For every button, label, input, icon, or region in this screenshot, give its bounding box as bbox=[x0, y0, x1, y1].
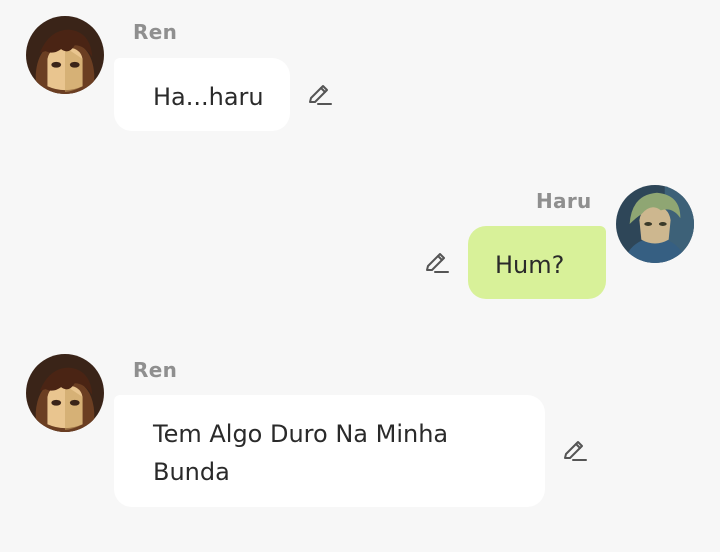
sender-name: Ren bbox=[133, 358, 178, 382]
chat-thread: Ren Ha...haru Haru Hum? Ren Tem Algo Dur… bbox=[0, 0, 720, 552]
message-bubble[interactable]: Hum? bbox=[468, 226, 606, 299]
sender-name: Haru bbox=[536, 189, 592, 213]
pencil-edit-icon[interactable] bbox=[423, 249, 451, 277]
message-bubble[interactable]: Ha...haru bbox=[114, 58, 290, 131]
message-text: Hum? bbox=[495, 251, 565, 279]
haru-avatar[interactable] bbox=[616, 185, 694, 263]
sender-name: Ren bbox=[133, 20, 178, 44]
pencil-edit-icon[interactable] bbox=[306, 81, 334, 109]
message-bubble[interactable]: Tem Algo Duro Na Minha Bunda bbox=[114, 395, 545, 507]
message-text: Ha...haru bbox=[153, 83, 264, 111]
ren-avatar[interactable] bbox=[26, 16, 104, 94]
message-text: Tem Algo Duro Na Minha Bunda bbox=[153, 420, 449, 486]
ren-avatar[interactable] bbox=[26, 354, 104, 432]
pencil-edit-icon[interactable] bbox=[561, 437, 589, 465]
